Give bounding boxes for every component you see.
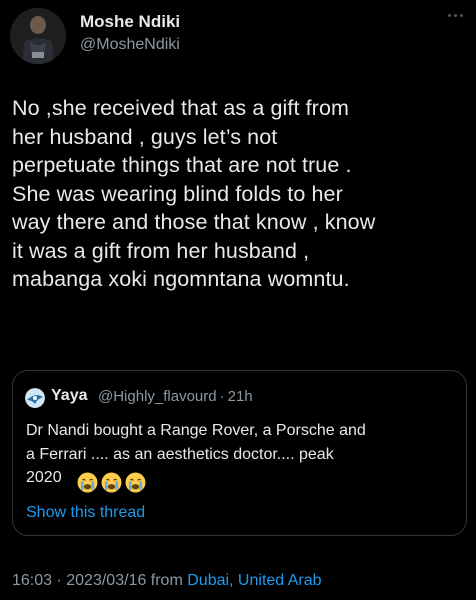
more-dots-icon[interactable] xyxy=(448,10,466,20)
quoted-tweet[interactable]: Yaya @Highly_flavourd · 21h Dr Nandi bough… xyxy=(12,370,467,536)
tweet-card: Moshe Ndiki @MosheNdiki No ,she received… xyxy=(0,0,476,600)
crying-face-icon xyxy=(125,472,146,493)
crying-face-icon xyxy=(101,472,122,493)
author-display-name[interactable]: Moshe Ndiki xyxy=(80,12,180,32)
author-avatar[interactable] xyxy=(10,8,66,64)
tweet-timestamp[interactable]: 16:03 · 2023/03/16 from xyxy=(12,572,183,589)
quoted-avatar-icon xyxy=(25,388,45,408)
tweet-text: No ,she received that as a gift from her… xyxy=(12,96,376,291)
quoted-author-meta: @Highly_flavourd · 21h xyxy=(98,388,253,405)
quoted-timestamp[interactable]: 21h xyxy=(228,388,253,405)
profile-photo-icon xyxy=(10,8,66,64)
show-thread-link[interactable]: Show this thread xyxy=(26,504,145,522)
author-handle[interactable]: @MosheNdiki xyxy=(80,36,180,54)
quoted-author-handle[interactable]: @Highly_flavourd xyxy=(98,388,217,405)
quoted-author-name[interactable]: Yaya xyxy=(51,387,87,405)
quoted-author-avatar[interactable] xyxy=(25,388,45,408)
tweet-meta: 16:03 · 2023/03/16 from Dubai, United Ar… xyxy=(12,572,322,590)
location-link[interactable]: Dubai, United Arab xyxy=(187,572,321,589)
crying-face-icon xyxy=(77,472,98,493)
quoted-separator: · xyxy=(219,388,225,405)
emoji-row xyxy=(77,472,146,493)
